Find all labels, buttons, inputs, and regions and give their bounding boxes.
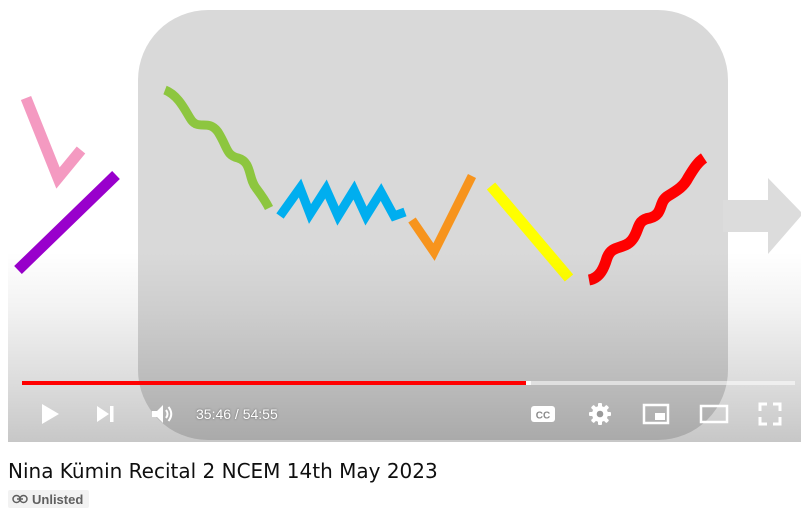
captions-button[interactable]: CC [526,391,560,437]
captions-icon: CC [531,406,555,422]
fullscreen-button[interactable] [752,391,788,437]
svg-text:CC: CC [536,411,550,422]
video-title: Nina Kümin Recital 2 NCEM 14th May 2023 [8,459,438,483]
play-icon [42,404,59,424]
time-display: 35:46 / 54:55 [196,391,278,437]
right-arrow-shape [723,178,801,254]
next-button[interactable] [88,391,122,437]
pink-check-stroke [20,95,86,189]
progress-played [22,381,526,385]
duration: 54:55 [242,406,278,422]
badge-label: Unlisted [32,491,84,507]
next-icon [97,406,114,422]
settings-button[interactable] [582,391,618,437]
video-player[interactable]: 35:46 / 54:55 CC [8,0,801,442]
volume-icon [152,405,173,423]
theater-mode-button[interactable] [694,391,734,437]
link-icon [12,494,28,504]
fullscreen-icon [758,402,782,426]
unlisted-badge: Unlisted [8,490,90,508]
settings-icon [589,403,611,425]
video-frame-artwork [14,10,801,440]
time-separator: / [231,406,243,422]
theater-mode-icon [699,404,729,424]
miniplayer-icon [642,403,670,425]
current-time: 35:46 [196,406,232,422]
player-controls: 35:46 / 54:55 CC [8,391,801,437]
miniplayer-button[interactable] [638,391,674,437]
mute-button[interactable] [144,391,180,437]
purple-line-stroke [14,171,120,274]
play-button[interactable] [32,391,68,437]
progress-bar[interactable] [22,381,795,385]
